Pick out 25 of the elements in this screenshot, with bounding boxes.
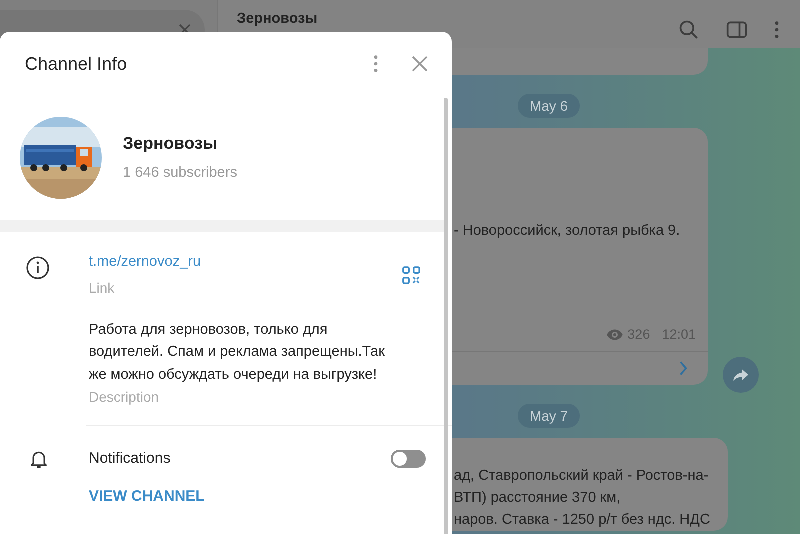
channel-name: Зерновозы [123, 133, 218, 156]
message-text: - Новороссийск, золотая рыбка 9. [454, 222, 682, 241]
chat-title: Зерновозы [237, 10, 318, 29]
more-icon[interactable] [774, 20, 780, 40]
message-text: ВТП) расстояние 370 км, [454, 489, 622, 508]
notifications-label: Notifications [89, 449, 171, 469]
date-badge: May 7 [518, 404, 580, 428]
channel-link[interactable]: t.me/zernovoz_ru [89, 252, 202, 274]
subscriber-count: 1 646 subscribers [123, 164, 238, 183]
forward-button[interactable] [723, 357, 759, 393]
more-icon[interactable] [373, 54, 379, 74]
view-channel-button[interactable]: VIEW CHANNEL [89, 486, 205, 509]
qr-code-icon[interactable] [402, 266, 421, 285]
scrollbar[interactable] [444, 98, 448, 534]
date-badge: May 6 [518, 94, 580, 118]
sidebar-toggle-icon[interactable] [726, 19, 748, 41]
message-text: наров. Ставка - 1250 р/т без ндс. НДС [454, 511, 712, 530]
message-text: ад, Ставропольский край - Ростов-на- [454, 467, 710, 486]
info-icon [26, 256, 50, 280]
dialog-title: Channel Info [25, 52, 128, 76]
description-label: Description [89, 388, 160, 408]
search-icon[interactable] [678, 19, 700, 41]
notifications-switch[interactable] [391, 450, 426, 468]
description-text: Работа для зерновозов, только для водителей. Спам и реклама запрещены.Так же можно обсуждать очереди на выгрузке! [89, 320, 386, 385]
link-label: Link [89, 278, 116, 298]
